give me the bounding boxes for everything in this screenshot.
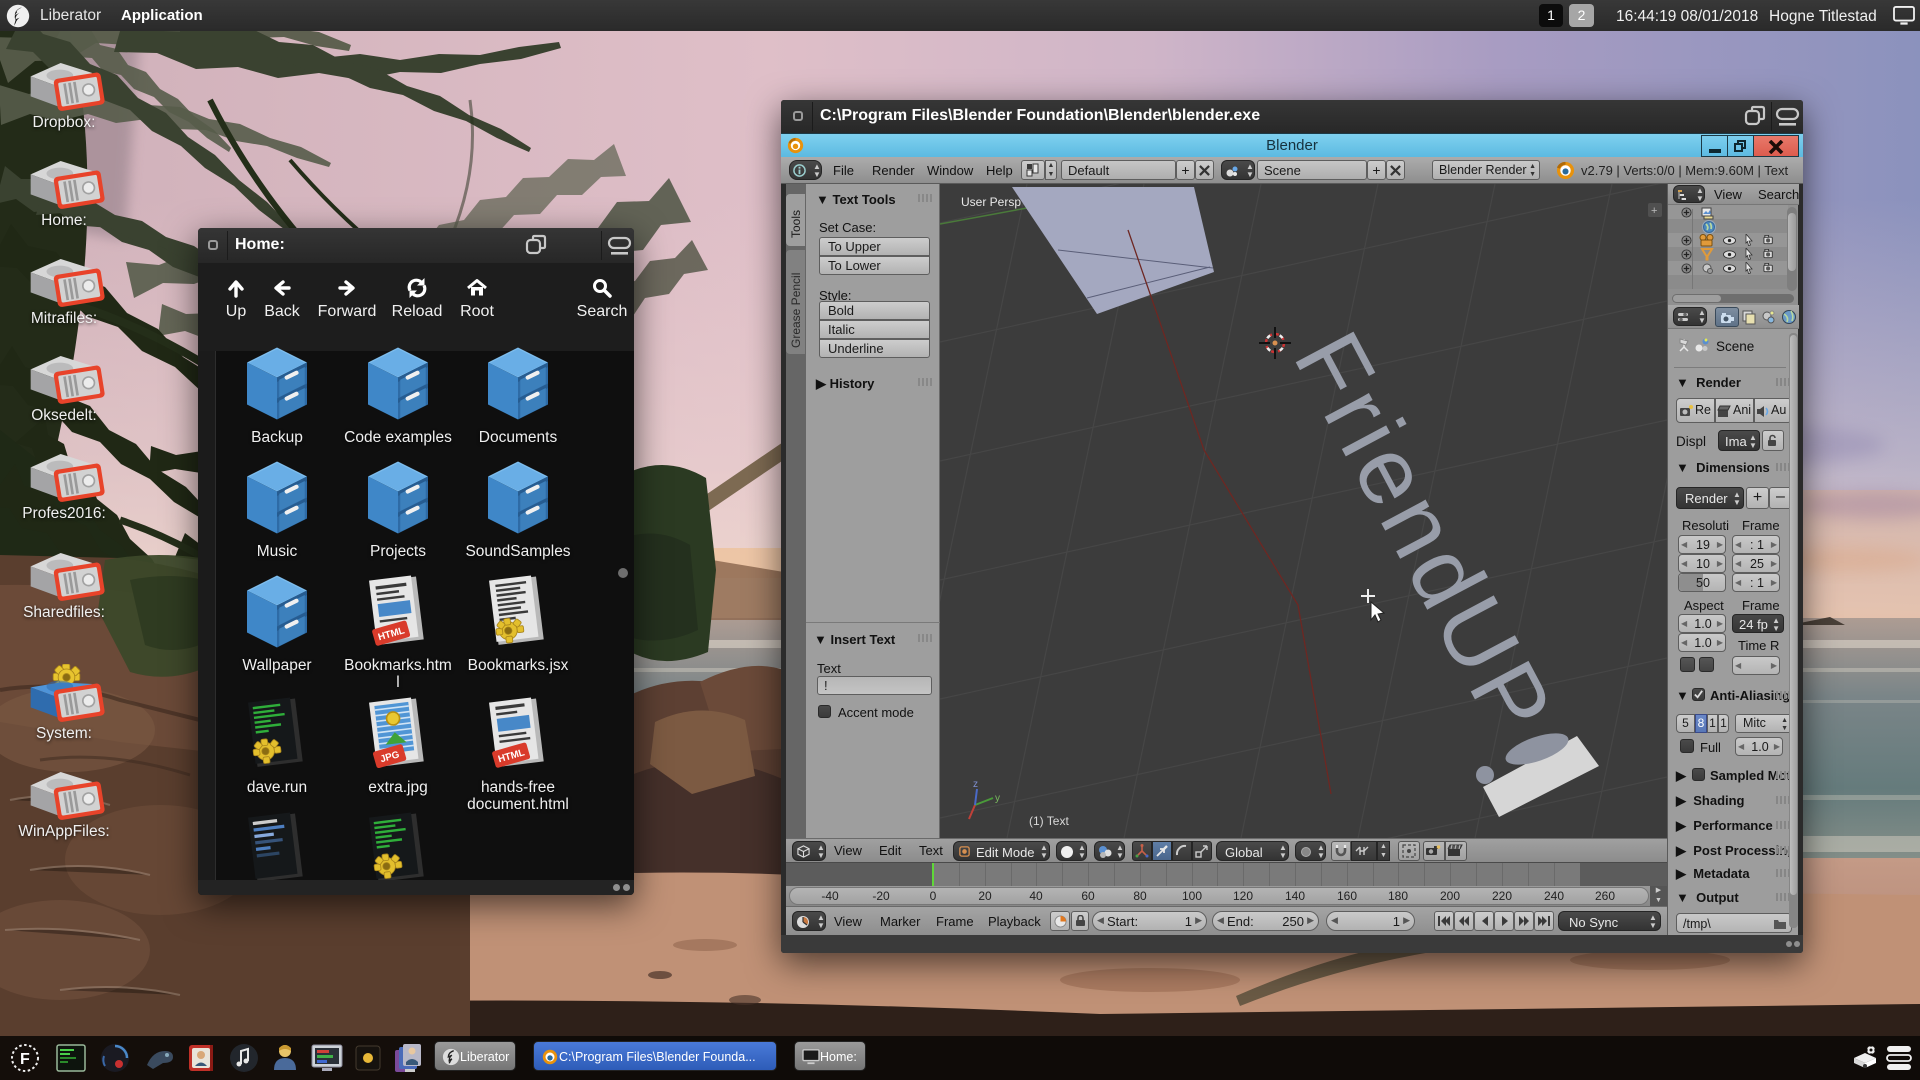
svg-text:y: y	[995, 793, 1000, 804]
svg-text:User Persp: User Persp	[961, 195, 1021, 209]
svg-text:(1) Text: (1) Text	[1029, 814, 1069, 828]
svg-text:+: +	[1651, 205, 1657, 217]
svg-text:z: z	[973, 779, 978, 790]
svg-text:F: F	[20, 1051, 30, 1068]
